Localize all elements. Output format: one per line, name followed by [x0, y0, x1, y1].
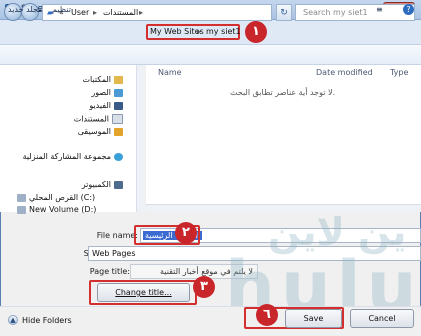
nav-item-music[interactable]: الموسيقى: [6, 127, 126, 136]
new-folder-button[interactable]: مجلد جديد: [8, 5, 42, 14]
drive-icon: [17, 193, 26, 202]
help-icon[interactable]: ?: [403, 4, 414, 15]
search-placeholder: Search my siet1: [303, 8, 368, 17]
nav-music-label: الموسيقى: [77, 127, 111, 136]
nav-item-documents[interactable]: المستندات: [6, 114, 126, 124]
breadcrumb-separator: ▸: [139, 8, 144, 17]
nav-pictures-label: الصور: [91, 88, 111, 97]
nav-computer[interactable]: الكمبيوتر: [6, 180, 126, 189]
breadcrumb-separator: ▸: [197, 27, 202, 36]
step-marker-3: ٣: [193, 276, 215, 298]
nav-drive-c-label: القرص المحلي (C:): [29, 193, 96, 202]
nav-homegroup[interactable]: مجموعة المشاركة المنزلية: [6, 152, 126, 161]
step-marker-1: ١: [245, 21, 267, 43]
breadcrumb[interactable]: ▰ « User ▸ المستندات ▸: [42, 4, 272, 21]
page-title-label: Page title:: [89, 267, 130, 276]
breadcrumb-user[interactable]: User: [71, 8, 89, 17]
breadcrumb-separator: ▸: [93, 8, 98, 17]
column-date-modified[interactable]: Date modified: [316, 68, 373, 77]
nav-documents-label: المستندات: [73, 114, 109, 124]
nav-libraries-label: المكتبات: [82, 75, 112, 84]
nav-item-pictures[interactable]: الصور: [6, 88, 126, 97]
empty-message: لا توجد أية عناصر تطابق البحث.: [230, 88, 336, 97]
library-icon: [114, 75, 123, 84]
highlight-box-change-title: [89, 280, 197, 305]
nav-videos-label: الفيديو: [89, 101, 111, 110]
nav-libraries[interactable]: المكتبات: [6, 75, 126, 84]
view-icon[interactable]: ≡: [376, 5, 383, 14]
computer-icon: [114, 180, 123, 189]
save-button[interactable]: Save: [285, 309, 342, 328]
step-marker-6: ٦: [256, 304, 278, 326]
organize-menu[interactable]: تنظيم: [52, 5, 71, 14]
search-input[interactable]: Search my siet1 ⌕: [295, 4, 415, 21]
command-toolbar: [0, 45, 421, 65]
pictures-icon: [114, 88, 123, 97]
music-icon: [114, 127, 123, 136]
homegroup-icon: [114, 152, 123, 161]
column-type[interactable]: Type: [390, 68, 408, 77]
save-type-value: Web Pages: [92, 249, 136, 258]
file-name-label: File name:: [96, 231, 138, 240]
nav-item-videos[interactable]: الفيديو: [6, 101, 126, 110]
nav-computer-label: الكمبيوتر: [81, 180, 111, 189]
refresh-icon[interactable]: ↻: [276, 4, 292, 21]
nav-drive-d-label: New Volume (D:): [29, 205, 97, 214]
column-name[interactable]: Name: [158, 68, 182, 77]
step-marker-2: ٢: [175, 222, 197, 244]
drive-icon: [17, 205, 26, 214]
breadcrumb-my-siet1[interactable]: my siet1: [206, 27, 241, 36]
nav-drive-d[interactable]: New Volume (D:): [14, 205, 96, 214]
documents-icon: [112, 114, 123, 124]
breadcrumb-my-web-sites[interactable]: My Web Sites: [150, 27, 204, 36]
videos-icon: [114, 101, 123, 110]
hide-folders-link[interactable]: Hide Folders: [22, 316, 72, 325]
nav-drive-c[interactable]: القرص المحلي (C:): [14, 193, 95, 202]
nav-scrollbar[interactable]: [136, 65, 145, 212]
breadcrumb-documents[interactable]: المستندات: [103, 8, 138, 17]
chevron-up-icon[interactable]: ▲: [8, 315, 18, 325]
nav-homegroup-label: مجموعة المشاركة المنزلية: [22, 152, 111, 161]
cancel-button[interactable]: Cancel: [350, 309, 414, 328]
